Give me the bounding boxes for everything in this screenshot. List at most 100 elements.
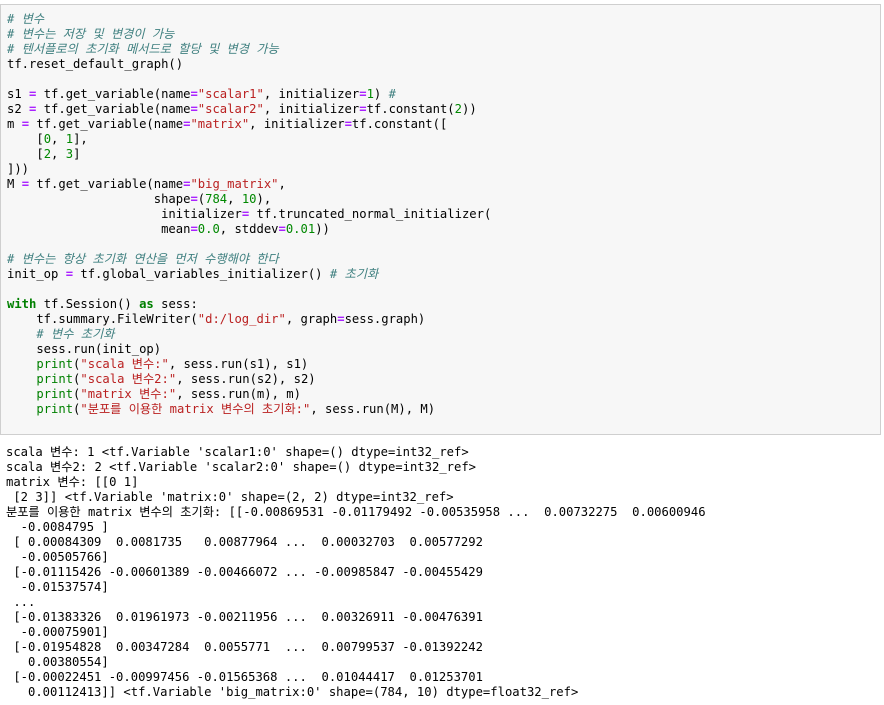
code-token: 0 [43,132,52,146]
output-line: [ 0.00084309 0.0081735 0.00877964 ... 0.… [6,535,483,549]
code-token: tf.get_variable(name [29,177,184,191]
code-token: ], [73,132,88,146]
code-line: mean=0.0, stddev=0.01)) [7,222,491,237]
code-token: , sess.run(M), M) [310,402,436,416]
code-line: tf.summary.FileWriter("d:/log_dir", grap… [7,312,491,327]
code-token: # 변수 [7,12,45,26]
code-token: , sess.run(s2), s2) [176,372,316,386]
code-line: with tf.Session() as sess: [7,297,491,312]
code-token: tf.summary.FileWriter( [7,312,198,326]
output-line: -0.00075901] [6,625,109,639]
code-input-cell[interactable]: # 변수 # 변수는 저장 및 변경이 가능 # 텐서플로의 초기화 메서드로 할당… [0,4,881,435]
code-editor[interactable]: # 변수 # 변수는 저장 및 변경이 가능 # 텐서플로의 초기화 메서드로 할당… [7,12,491,417]
code-token: as [139,297,154,311]
code-token: print [36,402,74,416]
code-token: s2 [7,102,30,116]
code-line: # 텐서플로의 초기화 메서드로 할당 및 변경 가능 [7,42,491,57]
output-cell: scala 변수: 1 <tf.Variable 'scalar1:0' sha… [0,445,884,703]
code-token: = [190,102,198,116]
code-token: tf.Session() [36,297,140,311]
code-token: = [21,117,30,131]
code-token: = [337,312,345,326]
code-token: tf.get_variable(name [36,87,191,101]
code-line: tf.reset_default_graph() [7,57,491,72]
output-line: matrix 변수: [[0 1] [6,475,139,489]
code-token: = [359,102,367,116]
code-token: # 텐서플로의 초기화 메서드로 할당 및 변경 가능 [7,42,279,56]
code-token: # [388,87,396,101]
code-token: ] [73,147,81,161]
code-line: # 변수 [7,12,491,27]
code-line: init_op = tf.global_variables_initialize… [7,267,491,282]
code-token: 1 [65,132,74,146]
code-token: = [278,222,286,236]
output-line: [2 3]] <tf.Variable 'matrix:0' shape=(2,… [6,490,454,504]
code-token: 10 [241,192,257,206]
code-token: "matrix 변수:" [80,387,177,401]
output-line: [-0.01383326 0.01961973 -0.00211956 ... … [6,610,483,624]
code-line: sess.run(init_op) [7,342,491,357]
code-token: , initializer [263,87,360,101]
code-token: , sess.run(s1), s1) [168,357,309,371]
code-line: ])) [7,162,491,177]
output-line: -0.01537574] [6,580,109,594]
code-token: sess.run(init_op) [7,342,162,356]
code-token: 3 [65,147,74,161]
code-line: s1 = tf.get_variable(name="scalar1", ini… [7,87,491,102]
code-token: , initializer [263,102,360,116]
code-line: print("scala 변수2:", sess.run(s2), s2) [7,372,491,387]
code-token: "scala 변수:" [80,357,169,371]
code-token: with [7,297,37,311]
code-token: m [7,117,22,131]
code-token: , [278,177,286,191]
code-token: = [21,177,30,191]
code-token: 0.01 [285,222,316,236]
code-token: tf.truncated_normal_initializer( [249,207,492,221]
output-line: [-0.01115426 -0.00601389 -0.00466072 ...… [6,565,483,579]
code-token: , sess.run(m), m) [176,387,301,401]
code-line: # 변수는 항상 초기화 연산을 먼저 수행해야 한다 [7,252,491,267]
code-token: tf.get_variable(name [36,102,191,116]
code-line: # 변수는 저장 및 변경이 가능 [7,27,491,42]
code-token: shape [7,192,191,206]
code-token: ])) [7,162,30,176]
code-token: s1 [7,87,30,101]
code-token: = [359,87,367,101]
code-token: print [36,357,74,371]
code-line: m = tf.get_variable(name="matrix", initi… [7,117,491,132]
code-token: 784 [205,192,228,206]
code-line: shape=(784, 10), [7,192,491,207]
output-line: scala 변수: 1 <tf.Variable 'scalar1:0' sha… [6,445,469,459]
code-token: "big_matrix" [190,177,279,191]
code-token: tf.get_variable(name [29,117,184,131]
code-token: "scalar1" [197,87,264,101]
code-token: M [7,177,22,191]
code-token: [ [7,147,44,161]
code-token: print [36,372,74,386]
code-token: , [51,132,66,146]
output-line: -0.00505766] [6,550,109,564]
code-token: , initializer [249,117,345,131]
code-line: # 변수 초기화 [7,327,491,342]
code-line: print("분포를 이용한 matrix 변수의 초기화:", sess.ru… [7,402,491,417]
code-token: 0.0 [197,222,220,236]
code-line: initializer= tf.truncated_normal_initial… [7,207,491,222]
code-token: 2 [43,147,52,161]
output-line: -0.0084795 ] [6,520,109,534]
code-line: s2 = tf.get_variable(name="scalar2", ini… [7,102,491,117]
code-token: , [227,192,242,206]
code-token: 2 [454,102,462,116]
output-line: ... [6,595,36,609]
code-line: [0, 1], [7,132,491,147]
code-token: [ [7,132,44,146]
code-token: init_op [7,267,66,281]
code-token: = [65,267,74,281]
code-token: = [344,117,352,131]
code-token: "분포를 이용한 matrix 변수의 초기화:" [80,402,311,416]
